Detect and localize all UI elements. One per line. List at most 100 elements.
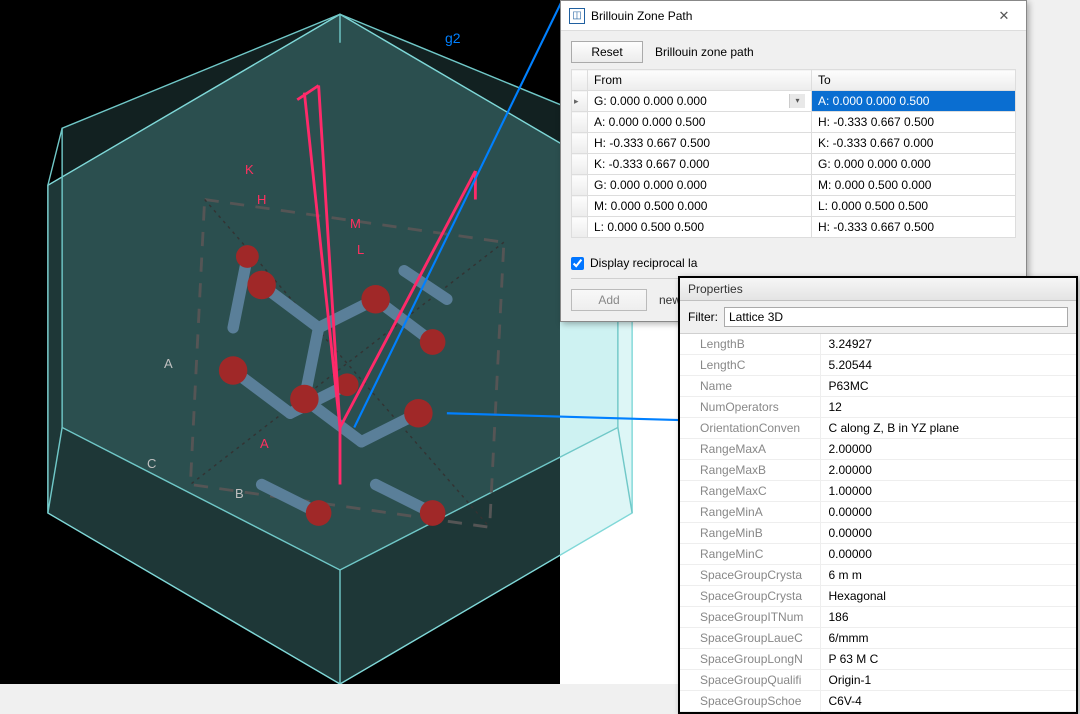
- to-cell[interactable]: M: 0.000 0.500 0.000: [812, 175, 1016, 196]
- properties-panel: Properties Filter: LengthB3.24927LengthC…: [678, 276, 1078, 714]
- from-cell[interactable]: G: 0.000 0.000 0.000▾: [588, 91, 812, 112]
- property-key: SpaceGroupSchoe: [680, 691, 820, 712]
- to-cell[interactable]: H: -0.333 0.667 0.500: [812, 217, 1016, 238]
- property-key: LengthB: [680, 334, 820, 355]
- property-row[interactable]: SpaceGroupCrysta6 m m: [680, 565, 1076, 586]
- row-header[interactable]: [572, 133, 588, 154]
- reset-button[interactable]: Reset: [571, 41, 643, 63]
- from-cell[interactable]: M: 0.000 0.500 0.000: [588, 196, 812, 217]
- property-value[interactable]: 0.00000: [820, 523, 1076, 544]
- to-cell[interactable]: L: 0.000 0.500 0.500: [812, 196, 1016, 217]
- col-from[interactable]: From: [588, 70, 812, 91]
- property-key: SpaceGroupITNum: [680, 607, 820, 628]
- property-value[interactable]: 1.00000: [820, 481, 1076, 502]
- display-reciprocal-checkbox[interactable]: [571, 257, 584, 270]
- from-cell[interactable]: G: 0.000 0.000 0.000: [588, 175, 812, 196]
- to-cell[interactable]: A: 0.000 0.000 0.500: [812, 91, 1016, 112]
- property-key: RangeMinA: [680, 502, 820, 523]
- property-row[interactable]: SpaceGroupSchoeC6V-4: [680, 691, 1076, 712]
- property-row[interactable]: SpaceGroupQualifiOrigin-1: [680, 670, 1076, 691]
- property-key: RangeMaxB: [680, 460, 820, 481]
- display-reciprocal-label: Display reciprocal la: [590, 256, 697, 270]
- property-value[interactable]: 5.20544: [820, 355, 1076, 376]
- bz-row[interactable]: K: -0.333 0.667 0.000G: 0.000 0.000 0.00…: [572, 154, 1016, 175]
- dropdown-icon[interactable]: ▾: [789, 94, 805, 108]
- property-row[interactable]: NameP63MC: [680, 376, 1076, 397]
- from-cell[interactable]: A: 0.000 0.000 0.500: [588, 112, 812, 133]
- property-row[interactable]: RangeMaxC1.00000: [680, 481, 1076, 502]
- from-cell[interactable]: K: -0.333 0.667 0.000: [588, 154, 812, 175]
- bz-row[interactable]: L: 0.000 0.500 0.500H: -0.333 0.667 0.50…: [572, 217, 1016, 238]
- property-value[interactable]: 186: [820, 607, 1076, 628]
- dialog-title: Brillouin Zone Path: [591, 9, 692, 23]
- bz-row[interactable]: H: -0.333 0.667 0.500K: -0.333 0.667 0.0…: [572, 133, 1016, 154]
- property-row[interactable]: RangeMaxA2.00000: [680, 439, 1076, 460]
- property-value[interactable]: 6/mmm: [820, 628, 1076, 649]
- property-value[interactable]: 0.00000: [820, 502, 1076, 523]
- property-key: RangeMaxC: [680, 481, 820, 502]
- property-value[interactable]: P 63 M C: [820, 649, 1076, 670]
- property-row[interactable]: SpaceGroupLongNP 63 M C: [680, 649, 1076, 670]
- property-value[interactable]: 2.00000: [820, 460, 1076, 481]
- from-cell[interactable]: H: -0.333 0.667 0.500: [588, 133, 812, 154]
- to-cell[interactable]: G: 0.000 0.000 0.000: [812, 154, 1016, 175]
- property-key: SpaceGroupQualifi: [680, 670, 820, 691]
- bz-subtitle: Brillouin zone path: [655, 45, 754, 59]
- property-row[interactable]: LengthB3.24927: [680, 334, 1076, 355]
- property-value[interactable]: Hexagonal: [820, 586, 1076, 607]
- kpoint-K: K: [245, 162, 254, 177]
- property-value[interactable]: 0.00000: [820, 544, 1076, 565]
- bz-row[interactable]: G: 0.000 0.000 0.000M: 0.000 0.500 0.000: [572, 175, 1016, 196]
- filter-label: Filter:: [688, 310, 718, 324]
- row-header[interactable]: [572, 175, 588, 196]
- property-row[interactable]: LengthC5.20544: [680, 355, 1076, 376]
- property-value[interactable]: 3.24927: [820, 334, 1076, 355]
- properties-table[interactable]: LengthB3.24927LengthC5.20544NameP63MCNum…: [680, 334, 1076, 712]
- properties-title: Properties: [680, 278, 1076, 301]
- row-header[interactable]: [572, 196, 588, 217]
- row-header[interactable]: [572, 154, 588, 175]
- property-row[interactable]: RangeMinA0.00000: [680, 502, 1076, 523]
- axis-B: B: [235, 486, 244, 501]
- property-row[interactable]: SpaceGroupITNum186: [680, 607, 1076, 628]
- property-key: SpaceGroupLaueC: [680, 628, 820, 649]
- row-header[interactable]: ▸: [572, 91, 588, 112]
- row-header[interactable]: [572, 112, 588, 133]
- kpoint-H: H: [257, 192, 266, 207]
- row-header[interactable]: [572, 217, 588, 238]
- property-key: RangeMaxA: [680, 439, 820, 460]
- property-value[interactable]: Origin-1: [820, 670, 1076, 691]
- property-key: SpaceGroupCrysta: [680, 586, 820, 607]
- property-value[interactable]: 6 m m: [820, 565, 1076, 586]
- property-row[interactable]: RangeMinB0.00000: [680, 523, 1076, 544]
- bz-row[interactable]: M: 0.000 0.500 0.000L: 0.000 0.500 0.500: [572, 196, 1016, 217]
- from-cell[interactable]: L: 0.000 0.500 0.500: [588, 217, 812, 238]
- col-to[interactable]: To: [812, 70, 1016, 91]
- axis-A: A: [164, 356, 173, 371]
- property-row[interactable]: RangeMinC0.00000: [680, 544, 1076, 565]
- property-value[interactable]: C along Z, B in YZ plane: [820, 418, 1076, 439]
- property-row[interactable]: SpaceGroupCrystaHexagonal: [680, 586, 1076, 607]
- property-row[interactable]: RangeMaxB2.00000: [680, 460, 1076, 481]
- kpoint-L: L: [357, 242, 364, 257]
- to-cell[interactable]: K: -0.333 0.667 0.000: [812, 133, 1016, 154]
- bz-path-table[interactable]: From To ▸G: 0.000 0.000 0.000▾A: 0.000 0…: [571, 69, 1016, 238]
- to-cell[interactable]: H: -0.333 0.667 0.500: [812, 112, 1016, 133]
- filter-input[interactable]: [724, 307, 1068, 327]
- property-key: NumOperators: [680, 397, 820, 418]
- kpoint-M: M: [350, 216, 361, 231]
- property-value[interactable]: 12: [820, 397, 1076, 418]
- property-row[interactable]: SpaceGroupLaueC6/mmm: [680, 628, 1076, 649]
- property-key: LengthC: [680, 355, 820, 376]
- bz-row[interactable]: A: 0.000 0.000 0.500H: -0.333 0.667 0.50…: [572, 112, 1016, 133]
- bz-row[interactable]: ▸G: 0.000 0.000 0.000▾A: 0.000 0.000 0.5…: [572, 91, 1016, 112]
- property-row[interactable]: NumOperators12: [680, 397, 1076, 418]
- add-button[interactable]: Add: [571, 289, 647, 311]
- dialog-titlebar[interactable]: ◫ Brillouin Zone Path ✕: [561, 1, 1026, 31]
- property-value[interactable]: C6V-4: [820, 691, 1076, 712]
- property-value[interactable]: 2.00000: [820, 439, 1076, 460]
- property-row[interactable]: OrientationConvenC along Z, B in YZ plan…: [680, 418, 1076, 439]
- property-value[interactable]: P63MC: [820, 376, 1076, 397]
- property-key: OrientationConven: [680, 418, 820, 439]
- close-icon[interactable]: ✕: [990, 6, 1018, 26]
